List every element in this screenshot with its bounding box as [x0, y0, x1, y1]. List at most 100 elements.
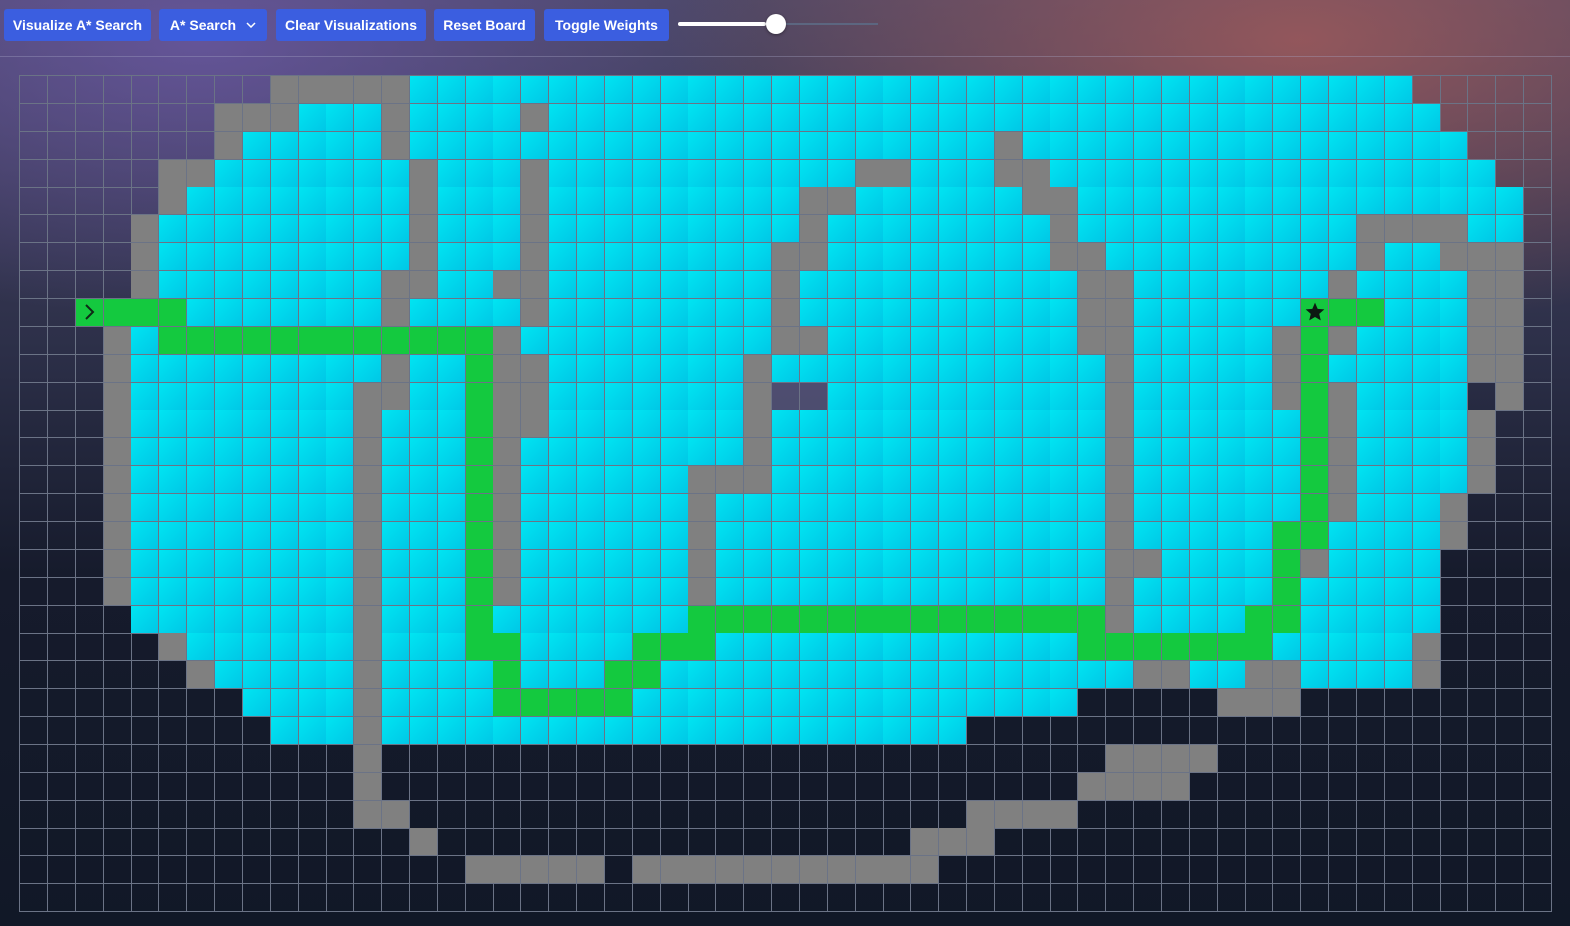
visited-cell[interactable]	[744, 326, 773, 355]
visited-cell[interactable]	[883, 410, 912, 439]
visited-cell[interactable]	[939, 159, 968, 188]
unvisited-cell[interactable]	[47, 354, 76, 383]
path-cell[interactable]	[632, 633, 661, 662]
wall-cell[interactable]	[1412, 661, 1441, 690]
unvisited-cell[interactable]	[20, 215, 48, 244]
visited-cell[interactable]	[214, 494, 243, 523]
visited-cell[interactable]	[214, 298, 243, 327]
visited-cell[interactable]	[549, 633, 578, 662]
unvisited-cell[interactable]	[75, 661, 104, 690]
path-cell[interactable]	[827, 605, 856, 634]
wall-cell[interactable]	[771, 243, 800, 272]
unvisited-cell[interactable]	[1440, 689, 1469, 718]
unvisited-cell[interactable]	[187, 884, 216, 913]
visited-cell[interactable]	[911, 243, 940, 272]
wall-cell[interactable]	[1078, 243, 1107, 272]
unvisited-cell[interactable]	[1384, 856, 1413, 885]
unvisited-cell[interactable]	[1468, 521, 1497, 550]
wall-cell[interactable]	[1161, 744, 1190, 773]
unvisited-cell[interactable]	[994, 884, 1023, 913]
unvisited-cell[interactable]	[1301, 689, 1330, 718]
unvisited-cell[interactable]	[1468, 382, 1497, 411]
unvisited-cell[interactable]	[799, 382, 828, 411]
visited-cell[interactable]	[994, 549, 1023, 578]
visited-cell[interactable]	[270, 521, 299, 550]
unvisited-cell[interactable]	[75, 438, 104, 467]
visited-cell[interactable]	[688, 354, 717, 383]
wall-cell[interactable]	[1273, 382, 1302, 411]
visited-cell[interactable]	[660, 605, 689, 634]
path-cell[interactable]	[1273, 521, 1302, 550]
unvisited-cell[interactable]	[1245, 717, 1274, 745]
wall-cell[interactable]	[187, 159, 216, 188]
unvisited-cell[interactable]	[47, 271, 76, 300]
unvisited-cell[interactable]	[577, 772, 605, 801]
wall-cell[interactable]	[1496, 271, 1525, 300]
visited-cell[interactable]	[660, 215, 689, 244]
unvisited-cell[interactable]	[883, 800, 912, 829]
visited-cell[interactable]	[187, 271, 216, 300]
unvisited-cell[interactable]	[1161, 717, 1190, 745]
visited-cell[interactable]	[688, 298, 717, 327]
visited-cell[interactable]	[604, 466, 633, 495]
wall-cell[interactable]	[632, 856, 661, 885]
visited-cell[interactable]	[855, 298, 884, 327]
unvisited-cell[interactable]	[1273, 828, 1302, 857]
visited-cell[interactable]	[966, 633, 995, 662]
wall-cell[interactable]	[855, 159, 884, 188]
path-cell[interactable]	[1301, 410, 1330, 439]
unvisited-cell[interactable]	[75, 856, 104, 885]
visited-cell[interactable]	[1356, 271, 1385, 300]
wall-cell[interactable]	[270, 103, 299, 132]
visited-cell[interactable]	[242, 438, 271, 467]
wall-cell[interactable]	[103, 326, 132, 355]
unvisited-cell[interactable]	[20, 131, 48, 160]
wall-cell[interactable]	[493, 410, 522, 439]
visited-cell[interactable]	[855, 661, 884, 690]
visited-cell[interactable]	[604, 243, 633, 272]
unvisited-cell[interactable]	[131, 76, 160, 104]
unvisited-cell[interactable]	[47, 689, 76, 718]
visited-cell[interactable]	[1301, 633, 1330, 662]
path-cell[interactable]	[270, 326, 299, 355]
unvisited-cell[interactable]	[1356, 717, 1385, 745]
visited-cell[interactable]	[326, 661, 355, 690]
visited-cell[interactable]	[1245, 131, 1274, 160]
visited-cell[interactable]	[1245, 103, 1274, 132]
visited-cell[interactable]	[437, 633, 466, 662]
visited-cell[interactable]	[493, 103, 522, 132]
visited-cell[interactable]	[437, 689, 466, 718]
unvisited-cell[interactable]	[75, 605, 104, 634]
wall-cell[interactable]	[1161, 772, 1190, 801]
visited-cell[interactable]	[604, 271, 633, 300]
unvisited-cell[interactable]	[521, 884, 550, 913]
unvisited-cell[interactable]	[437, 856, 466, 885]
unvisited-cell[interactable]	[1523, 605, 1552, 634]
visited-cell[interactable]	[465, 76, 494, 104]
unvisited-cell[interactable]	[604, 884, 633, 913]
wall-cell[interactable]	[939, 828, 968, 857]
unvisited-cell[interactable]	[1217, 856, 1246, 885]
wall-cell[interactable]	[1106, 354, 1135, 383]
visited-cell[interactable]	[744, 633, 773, 662]
unvisited-cell[interactable]	[744, 772, 773, 801]
unvisited-cell[interactable]	[632, 744, 661, 773]
visited-cell[interactable]	[827, 633, 856, 662]
visited-cell[interactable]	[214, 271, 243, 300]
unvisited-cell[interactable]	[214, 689, 243, 718]
visited-cell[interactable]	[799, 131, 828, 160]
unvisited-cell[interactable]	[771, 884, 800, 913]
visited-cell[interactable]	[939, 215, 968, 244]
visited-cell[interactable]	[688, 131, 717, 160]
visited-cell[interactable]	[409, 410, 438, 439]
path-cell[interactable]	[744, 605, 773, 634]
wall-cell[interactable]	[1050, 187, 1079, 216]
visited-cell[interactable]	[1134, 494, 1162, 523]
unvisited-cell[interactable]	[103, 159, 132, 188]
wall-cell[interactable]	[103, 466, 132, 495]
unvisited-cell[interactable]	[939, 800, 968, 829]
visited-cell[interactable]	[1217, 215, 1246, 244]
wall-cell[interactable]	[382, 382, 411, 411]
unvisited-cell[interactable]	[632, 884, 661, 913]
visited-cell[interactable]	[1245, 577, 1274, 606]
